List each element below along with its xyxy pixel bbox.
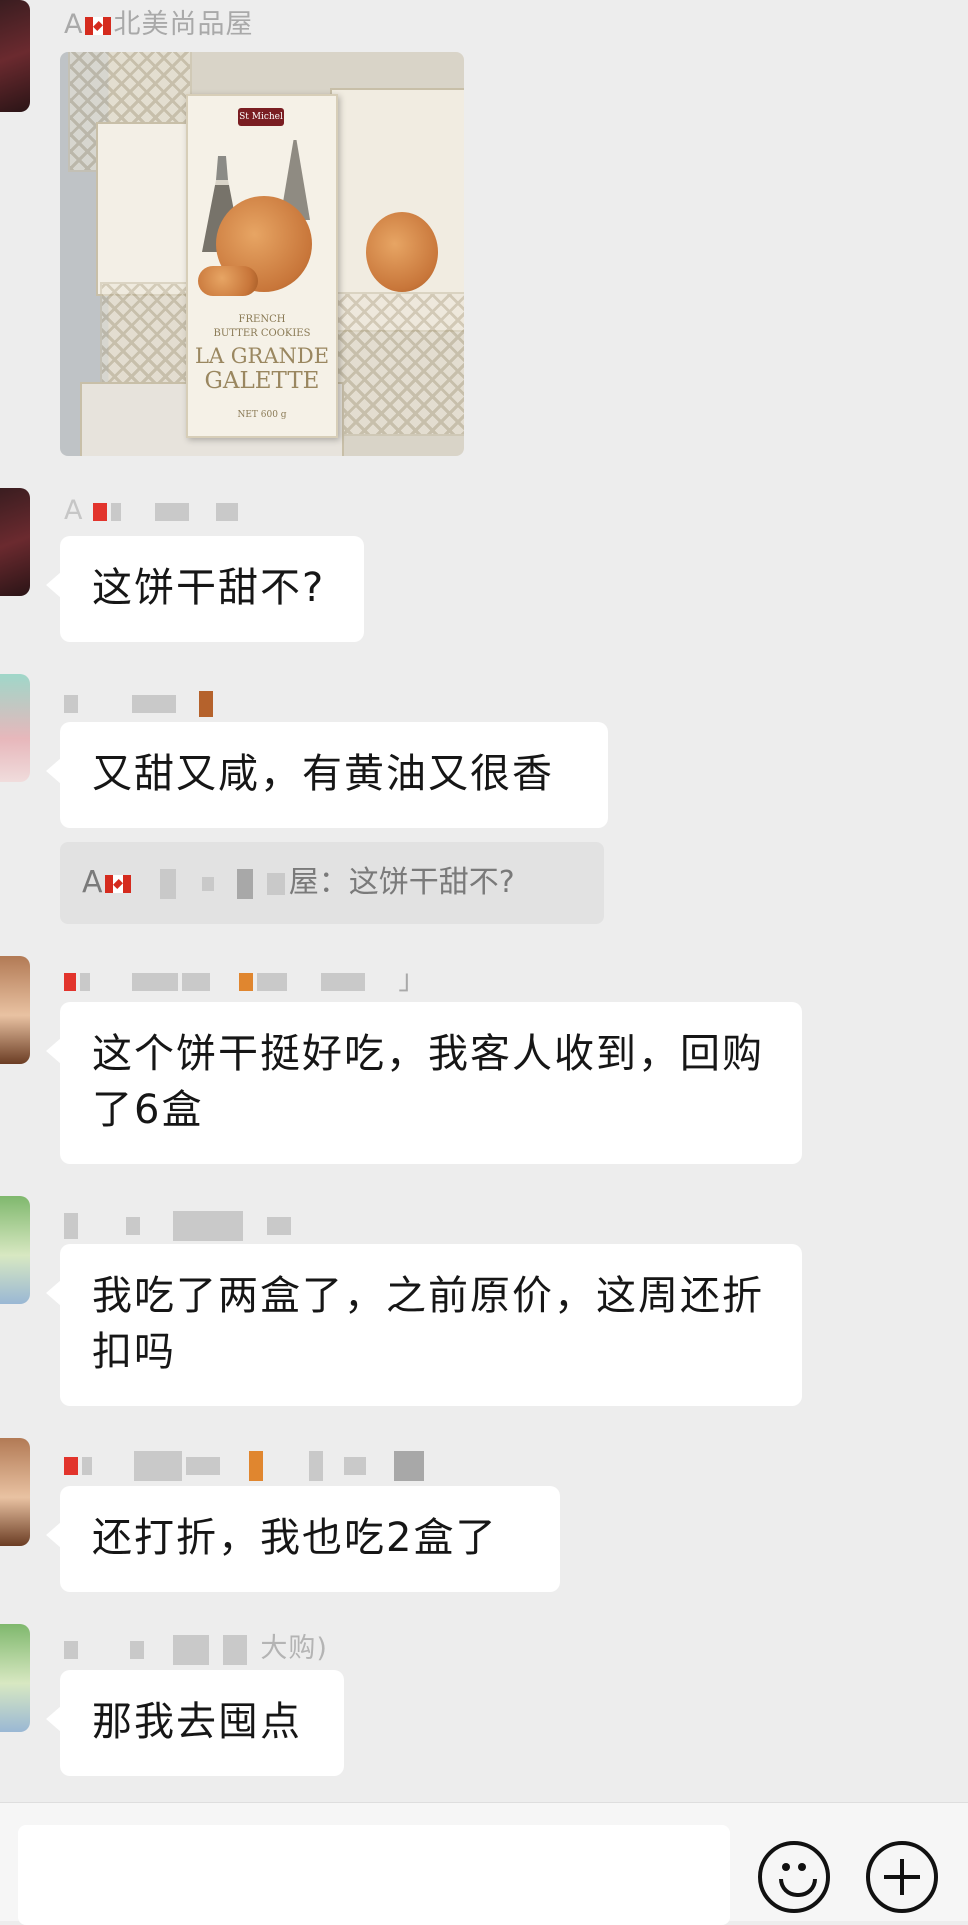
- message-bubble[interactable]: 这个饼干挺好吃，我客人收到，回购了6盒: [46, 1002, 802, 1164]
- message-text: 还打折，我也吃2盒了: [92, 1515, 498, 1561]
- brand-logo: St Michel: [238, 108, 284, 126]
- sender-name: [64, 1448, 428, 1482]
- avatar[interactable]: [0, 956, 30, 1064]
- cookie: [198, 266, 258, 296]
- cookie-box: St Michel FRENCH BUTTER COOKIES LA GRAND…: [186, 94, 338, 438]
- chat-input-bar: [0, 1802, 968, 1925]
- message-input[interactable]: [18, 1825, 730, 1925]
- box-label: BUTTER COOKIES: [213, 328, 311, 339]
- sender-name: 大购): [64, 1632, 328, 1666]
- quoted-message[interactable]: A 屋：这饼干甜不?: [60, 842, 604, 924]
- message-bubble[interactable]: 我吃了两盒了，之前原价，这周还折扣吗: [46, 1244, 802, 1406]
- message-text: 我吃了两盒了，之前原价，这周还折扣吗: [92, 1273, 764, 1375]
- box-label: FRENCH: [238, 314, 286, 325]
- cookie: [366, 212, 438, 292]
- box-title: GALETTE: [204, 368, 320, 394]
- sender-name: A 北美尚品屋: [64, 9, 254, 40]
- message-text: 那我去囤点: [92, 1699, 302, 1745]
- box-label: NET 600 g: [237, 410, 287, 420]
- avatar[interactable]: [0, 1196, 30, 1304]
- sender-name: [64, 1208, 295, 1242]
- avatar[interactable]: [0, 0, 30, 112]
- sender-name: 」: [64, 964, 426, 998]
- message-bubble[interactable]: 这饼干甜不?: [46, 536, 364, 642]
- message-bubble[interactable]: 又甜又咸，有黄油又很香: [46, 722, 608, 828]
- canada-flag-icon: [104, 874, 131, 893]
- box-title: LA GRANDE: [194, 344, 330, 368]
- avatar[interactable]: [0, 1438, 30, 1546]
- product-photo[interactable]: St Michel FRENCH BUTTER COOKIES LA GRAND…: [60, 52, 464, 456]
- avatar[interactable]: [0, 674, 30, 782]
- quoted-text: 屋：这饼干甜不?: [288, 865, 515, 900]
- background-box: [330, 292, 464, 436]
- avatar[interactable]: [0, 1624, 30, 1732]
- message-bubble[interactable]: 还打折，我也吃2盒了: [46, 1486, 560, 1592]
- canada-flag-icon: [85, 16, 112, 35]
- sender-name: A: [64, 494, 242, 528]
- sender-name: [64, 686, 217, 720]
- message-bubble[interactable]: 那我去囤点: [46, 1670, 344, 1776]
- smiley-face-icon[interactable]: [758, 1841, 830, 1913]
- message-text: 这个饼干挺好吃，我客人收到，回购了6盒: [92, 1031, 764, 1133]
- message-text: 这饼干甜不?: [92, 565, 326, 611]
- message-text: 又甜又咸，有黄油又很香: [92, 751, 554, 797]
- avatar[interactable]: [0, 488, 30, 596]
- plus-circle-icon[interactable]: [866, 1841, 938, 1913]
